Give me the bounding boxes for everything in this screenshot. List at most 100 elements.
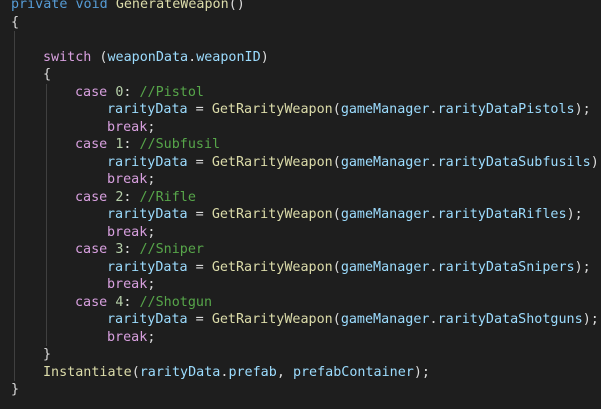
code-token: rarityData xyxy=(107,102,188,117)
code-token: : xyxy=(123,294,140,310)
code-line[interactable]: case 3: //Sniper xyxy=(75,241,204,259)
code-token: rarityDataSubfusils xyxy=(437,154,591,170)
code-token: rarityDataPistols xyxy=(437,102,575,117)
code-token: case xyxy=(75,137,108,152)
code-token: ; xyxy=(147,277,156,292)
code-token: break xyxy=(107,172,148,187)
code-token: . xyxy=(429,312,438,327)
code-token: ( xyxy=(91,49,108,65)
code-token: } xyxy=(11,382,20,397)
code-token: = xyxy=(187,102,212,117)
code-line[interactable]: private void GenerateWeapon() xyxy=(11,0,245,14)
code-token: Instantiate xyxy=(43,364,132,380)
code-token: . xyxy=(188,49,197,65)
code-token: case xyxy=(75,84,108,100)
code-line[interactable]: case 4: //Shotgun xyxy=(75,294,212,312)
code-token: ; xyxy=(147,329,156,345)
code-token: private xyxy=(11,0,68,12)
code-token: = xyxy=(187,259,212,275)
code-line[interactable]: break; xyxy=(107,276,155,294)
code-token: ); xyxy=(413,364,430,380)
code-token: rarityData xyxy=(107,154,188,170)
code-line[interactable]: rarityData = GetRarityWeapon(gameManager… xyxy=(107,154,601,172)
code-line[interactable]: rarityData = GetRarityWeapon(gameManager… xyxy=(107,206,583,224)
code-line[interactable]: { xyxy=(43,66,51,84)
code-token: prefab xyxy=(228,364,277,380)
code-token: : xyxy=(123,242,140,257)
code-token: ( xyxy=(332,207,341,222)
code-line[interactable]: case 0: //Pistol xyxy=(75,84,204,102)
code-token: ) xyxy=(260,49,269,65)
code-token: case xyxy=(75,294,108,310)
code-token: weaponID xyxy=(196,49,261,65)
code-token: rarityDataRifles xyxy=(437,207,567,222)
code-editor[interactable]: private void GenerateWeapon(){switch (we… xyxy=(0,0,601,409)
code-token: gameManager xyxy=(340,312,430,327)
code-token: break xyxy=(107,224,148,240)
code-line[interactable]: break; xyxy=(107,119,155,137)
code-token: void xyxy=(75,0,108,12)
code-line[interactable]: switch (weaponData.weaponID) xyxy=(43,49,269,67)
code-token: gameManager xyxy=(340,207,430,222)
code-token: ; xyxy=(147,119,156,135)
code-line[interactable]: rarityData = GetRarityWeapon(gameManager… xyxy=(107,311,599,329)
code-token: ( xyxy=(131,364,140,380)
code-token: //Pistol xyxy=(139,84,205,100)
code-token: ); xyxy=(574,102,591,117)
code-token: ; xyxy=(147,224,156,240)
code-token: . xyxy=(429,102,438,117)
code-token: GetRarityWeapon xyxy=(211,102,333,117)
code-token: break xyxy=(107,119,148,135)
code-token: //Subfusil xyxy=(139,137,221,152)
code-token: gameManager xyxy=(340,154,430,170)
code-line[interactable]: rarityData = GetRarityWeapon(gameManager… xyxy=(107,101,591,119)
code-token: rarityData xyxy=(139,364,221,380)
code-token: = xyxy=(187,154,212,170)
code-token: gameManager xyxy=(340,102,430,117)
code-token: ); xyxy=(574,259,591,275)
code-token: ; xyxy=(147,172,156,187)
code-token: case xyxy=(75,242,108,257)
code-token: //Rifle xyxy=(139,189,196,205)
code-token: switch xyxy=(43,49,92,65)
code-line[interactable]: break; xyxy=(107,171,155,189)
code-token: GetRarityWeapon xyxy=(211,259,333,275)
code-line[interactable]: { xyxy=(11,14,19,32)
code-token: GetRarityWeapon xyxy=(211,154,333,170)
method-indent-guide xyxy=(14,31,15,381)
code-token: ); xyxy=(590,154,601,170)
code-token: rarityDataShotguns xyxy=(437,312,583,327)
code-line[interactable]: break; xyxy=(107,329,155,347)
code-token: rarityData xyxy=(107,312,188,327)
code-token: gameManager xyxy=(340,259,430,275)
code-token: break xyxy=(107,329,148,345)
code-token: weaponData xyxy=(107,49,189,65)
code-line[interactable]: case 1: //Subfusil xyxy=(75,136,220,154)
code-token: { xyxy=(43,67,52,82)
code-token: : xyxy=(123,189,140,205)
code-line[interactable]: break; xyxy=(107,224,155,242)
code-token: = xyxy=(187,207,212,222)
code-line[interactable]: Instantiate(rarityData.prefab, prefabCon… xyxy=(43,364,430,382)
code-line[interactable]: rarityData = GetRarityWeapon(gameManager… xyxy=(107,259,591,277)
code-token: } xyxy=(43,347,52,362)
code-token: : xyxy=(123,137,140,152)
code-token: . xyxy=(429,207,438,222)
code-line[interactable]: case 2: //Rifle xyxy=(75,189,196,207)
code-token: : xyxy=(123,84,140,100)
code-token: rarityData xyxy=(107,259,188,275)
code-line[interactable]: } xyxy=(11,381,19,399)
switch-indent-guide xyxy=(46,83,47,346)
code-token: () xyxy=(228,0,245,12)
code-token: . xyxy=(429,154,438,170)
code-token: GetRarityWeapon xyxy=(211,312,333,327)
code-token: ( xyxy=(332,154,341,170)
code-token: prefabContainer xyxy=(292,364,414,380)
code-token: rarityData xyxy=(107,207,188,222)
code-token: GetRarityWeapon xyxy=(211,207,333,222)
code-line[interactable]: } xyxy=(43,346,51,364)
code-token: = xyxy=(187,312,212,327)
code-token: case xyxy=(75,189,108,205)
code-token: ( xyxy=(332,312,341,327)
